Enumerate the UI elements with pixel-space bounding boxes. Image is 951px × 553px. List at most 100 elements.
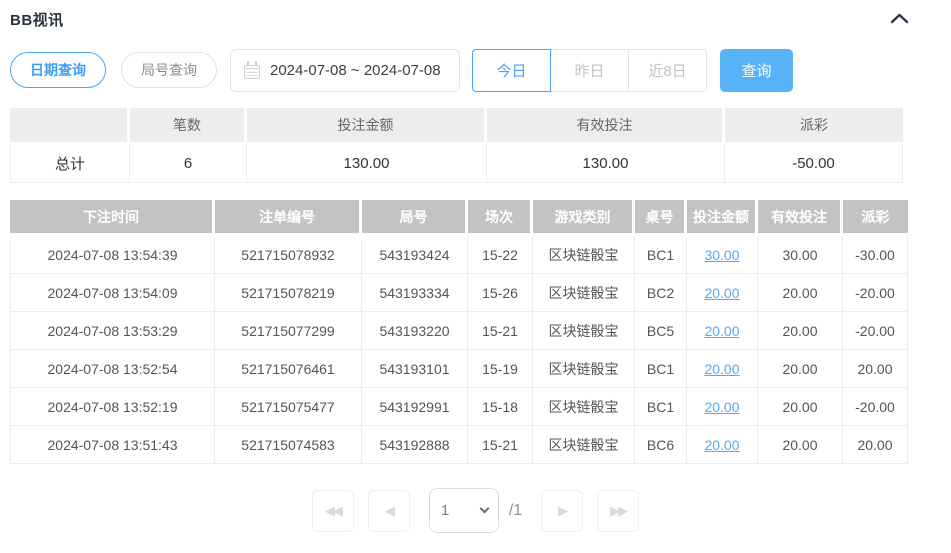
payout-cell: -20.00: [843, 274, 908, 312]
bet-amount-cell: 20.00: [687, 312, 758, 350]
bet-amount-link[interactable]: 30.00: [704, 247, 739, 263]
bet-amount-link[interactable]: 20.00: [704, 285, 739, 301]
table-row: 2024-07-08 13:51:43 521715074583 543192888…: [10, 426, 908, 464]
date-range-input[interactable]: 2024-07-08 ~ 2024-07-08: [230, 48, 460, 92]
records-header-row: 下注时间 注单编号 局号 场次 游戏类别 桌号 投注金额 有效投注 派彩: [10, 200, 908, 236]
quick-range-last-8-days-button[interactable]: 近8日: [628, 48, 707, 92]
payout-cell: -20.00: [843, 388, 908, 426]
filter-toolbar: 日期查询 局号查询 2024-07-08 ~ 2024-07-08 今日 昨日 近8…: [10, 48, 941, 92]
total-pages-label: /1: [508, 501, 523, 519]
bet-amount-link[interactable]: 20.00: [704, 399, 739, 415]
game-type-cell: 区块链骰宝: [533, 236, 635, 274]
table-no-cell: BC1: [635, 236, 687, 274]
col-summary-payout: 派彩: [725, 108, 903, 144]
bet-amount-cell: 20.00: [687, 350, 758, 388]
game-type-cell: 区块链骰宝: [533, 388, 635, 426]
panel-titlebar: BB视讯: [10, 6, 941, 32]
payout-cell: -30.00: [843, 236, 908, 274]
bet-amount-cell: 20.00: [687, 388, 758, 426]
chevron-up-icon: [890, 12, 909, 27]
bet-time-cell: 2024-07-08 13:54:39: [10, 236, 215, 274]
col-game-type: 游戏类别: [533, 200, 635, 236]
right-arrow-icon: ▶: [558, 502, 568, 518]
game-type-cell: 区块链骰宝: [533, 312, 635, 350]
round-no-cell: 543192888: [362, 426, 468, 464]
summary-valid-bet-value: 130.00: [487, 144, 725, 183]
bet-time-cell: 2024-07-08 13:54:09: [10, 274, 215, 312]
bet-time-cell: 2024-07-08 13:52:54: [10, 350, 215, 388]
col-round-no: 局号: [362, 200, 468, 236]
table-no-cell: BC1: [635, 350, 687, 388]
bet-id-cell: 521715078932: [215, 236, 362, 274]
bet-id-cell: 521715074583: [215, 426, 362, 464]
bet-amount-link[interactable]: 20.00: [704, 437, 739, 453]
payout-cell: -20.00: [843, 312, 908, 350]
query-button[interactable]: 查询: [720, 48, 793, 92]
bet-id-cell: 521715076461: [215, 350, 362, 388]
table-no-cell: BC5: [635, 312, 687, 350]
bet-amount-link[interactable]: 20.00: [704, 361, 739, 377]
valid-bet-cell: 20.00: [758, 274, 843, 312]
next-page-button[interactable]: ▶: [541, 489, 584, 532]
quick-range-today-button[interactable]: 今日: [472, 48, 551, 92]
table-no-cell: BC6: [635, 426, 687, 464]
table-row: 2024-07-08 13:52:54 521715076461 543193101…: [10, 350, 908, 388]
round-no-cell: 543193220: [362, 312, 468, 350]
records-tbody: 2024-07-08 13:54:39 521715078932 543193424…: [10, 236, 908, 464]
col-bet-id: 注单编号: [215, 200, 362, 236]
bet-amount-cell: 20.00: [687, 426, 758, 464]
valid-bet-cell: 20.00: [758, 426, 843, 464]
col-session: 场次: [468, 200, 533, 236]
summary-table: 笔数 投注金额 有效投注 派彩 总计 6 130.00 130.00 -50.0…: [10, 108, 903, 183]
table-no-cell: BC2: [635, 274, 687, 312]
col-summary-blank: [10, 108, 130, 144]
first-page-button[interactable]: ◀◀: [311, 489, 354, 532]
calendar-icon: [244, 60, 260, 79]
double-left-arrow-icon: ◀◀: [324, 502, 343, 518]
summary-count-value: 6: [130, 144, 247, 183]
col-table-no: 桌号: [635, 200, 687, 236]
session-cell: 15-18: [468, 388, 533, 426]
col-bet-amount: 投注金额: [687, 200, 758, 236]
summary-header-row: 笔数 投注金额 有效投注 派彩: [10, 108, 903, 144]
table-row: 2024-07-08 13:53:29 521715077299 543193220…: [10, 312, 908, 350]
bet-amount-cell: 20.00: [687, 274, 758, 312]
page-select-wrap: 1: [428, 488, 499, 533]
round-query-tab[interactable]: 局号查询: [121, 52, 217, 88]
left-arrow-icon: ◀: [384, 502, 395, 518]
quick-range-yesterday-button[interactable]: 昨日: [550, 48, 629, 92]
bet-id-cell: 521715078219: [215, 274, 362, 312]
valid-bet-cell: 20.00: [758, 350, 843, 388]
page-title: BB视讯: [10, 11, 64, 29]
date-query-tab[interactable]: 日期查询: [10, 52, 106, 88]
round-no-cell: 543193334: [362, 274, 468, 312]
prev-page-button[interactable]: ◀: [367, 489, 410, 532]
game-type-cell: 区块链骰宝: [533, 350, 635, 388]
game-type-cell: 区块链骰宝: [533, 274, 635, 312]
bet-time-cell: 2024-07-08 13:53:29: [10, 312, 215, 350]
summary-payout-value: -50.00: [725, 144, 903, 183]
date-range-value: 2024-07-08 ~ 2024-07-08: [270, 61, 441, 79]
bet-amount-cell: 30.00: [687, 236, 758, 274]
valid-bet-cell: 30.00: [758, 236, 843, 274]
quick-range-group: 今日 昨日 近8日: [472, 48, 707, 92]
page-select[interactable]: 1: [428, 488, 499, 533]
valid-bet-cell: 20.00: [758, 388, 843, 426]
last-page-button[interactable]: ▶▶: [597, 489, 640, 532]
session-cell: 15-21: [468, 426, 533, 464]
summary-total-row: 总计 6 130.00 130.00 -50.00: [10, 144, 903, 183]
summary-total-label: 总计: [10, 144, 130, 183]
bet-time-cell: 2024-07-08 13:51:43: [10, 426, 215, 464]
round-no-cell: 543192991: [362, 388, 468, 426]
bet-time-cell: 2024-07-08 13:52:19: [10, 388, 215, 426]
summary-bet-amount-value: 130.00: [247, 144, 487, 183]
records-table: 下注时间 注单编号 局号 场次 游戏类别 桌号 投注金额 有效投注 派彩 2024-07-08 …: [10, 200, 908, 464]
session-cell: 15-26: [468, 274, 533, 312]
table-row: 2024-07-08 13:54:39 521715078932 543193424…: [10, 236, 908, 274]
collapse-section-button[interactable]: [890, 12, 909, 27]
bet-amount-link[interactable]: 20.00: [704, 323, 739, 339]
session-cell: 15-19: [468, 350, 533, 388]
col-bet-time: 下注时间: [10, 200, 215, 236]
bet-id-cell: 521715077299: [215, 312, 362, 350]
col-valid-bet: 有效投注: [758, 200, 843, 236]
